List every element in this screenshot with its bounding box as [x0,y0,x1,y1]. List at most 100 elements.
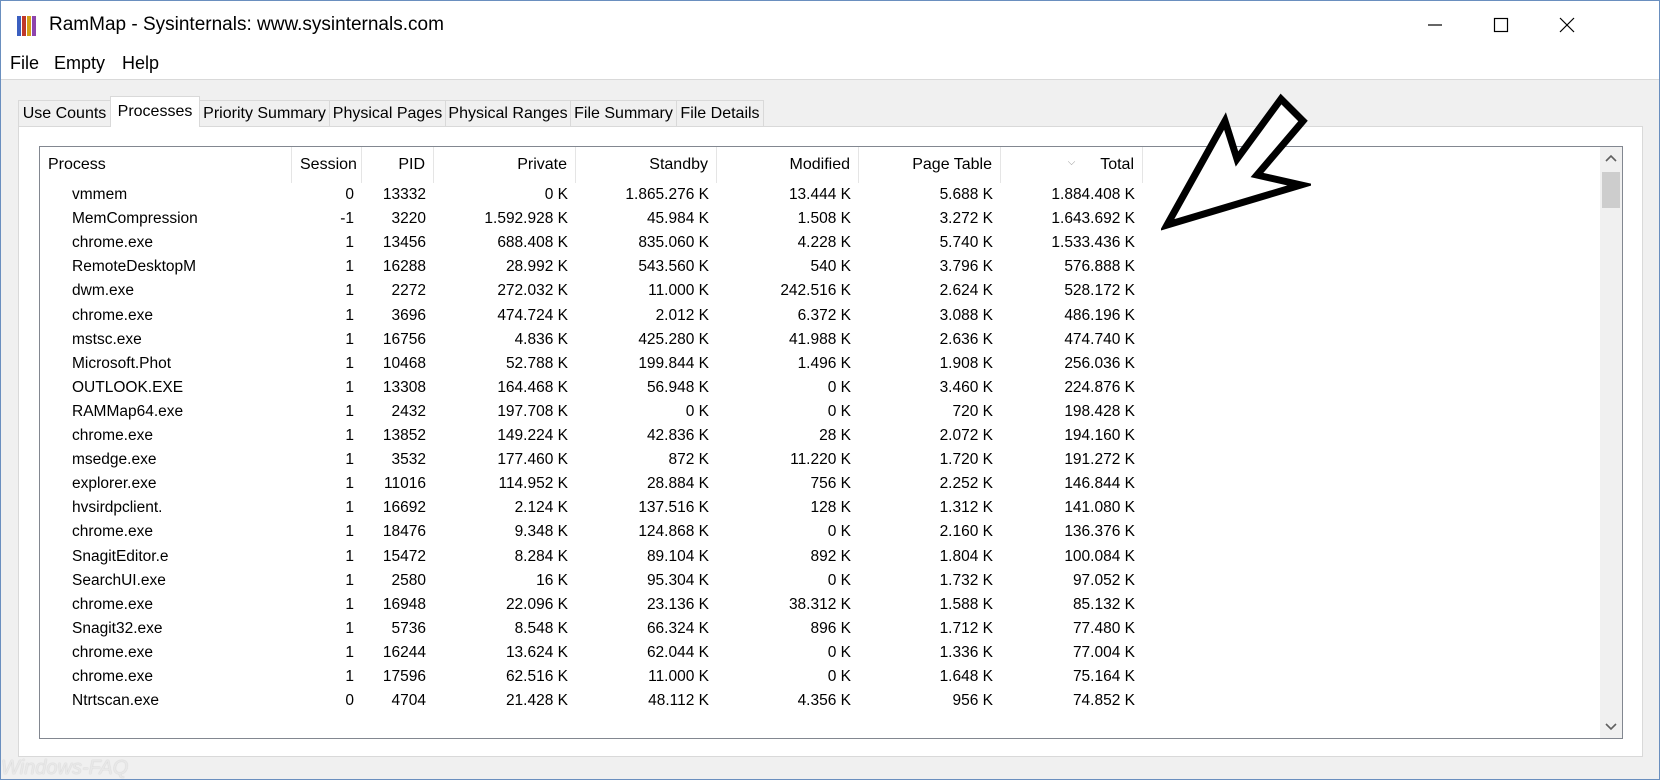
tab-processes[interactable]: Processes [110,96,200,127]
table-row[interactable]: chrome.exe 1 13852 149.224 K 42.836 K 28 K 2.0… [40,424,1600,448]
cell-page-table: 1.720 K [939,451,993,469]
table-row[interactable]: Ntrtscan.exe 0 4704 21.428 K 48.112 K 4.356 K… [40,689,1600,713]
cell-pid: 3532 [391,451,426,469]
cell-session: 1 [345,523,354,541]
table-row[interactable]: mstsc.exe 1 16756 4.836 K 425.280 K 41.988 K 2… [40,328,1600,352]
tab-physical-ranges[interactable]: Physical Ranges [445,100,571,126]
cell-standby: 48.112 K [648,692,709,710]
cell-private: 16 K [536,571,568,589]
cell-session: 1 [345,354,354,372]
vertical-scrollbar[interactable] [1600,147,1622,738]
table-row[interactable]: msedge.exe 1 3532 177.460 K 872 K 11.220 K 1.7… [40,448,1600,472]
table-row[interactable]: OUTLOOK.EXE 1 13308 164.468 K 56.948 K 0 K 3.4… [40,376,1600,400]
table-row[interactable]: explorer.exe 1 11016 114.952 K 28.884 K 756 K… [40,472,1600,496]
table-row[interactable]: chrome.exe 1 13456 688.408 K 835.060 K 4.228 … [40,231,1600,255]
table-row[interactable]: chrome.exe 1 17596 62.516 K 11.000 K 0 K 1.648… [40,665,1600,689]
cell-standby: 89.104 K [646,547,709,565]
cell-private: 0 K [544,186,568,203]
sort-descending-icon: ⌵ [1067,157,1076,168]
column-header-process[interactable]: Process [40,147,292,183]
cell-private: 688.408 K [497,234,568,252]
cell-process: chrome.exe [72,234,153,252]
cell-page-table: 5.740 K [939,234,993,252]
cell-session: 1 [345,378,354,396]
table-row[interactable]: chrome.exe 1 3696 474.724 K 2.012 K 6.372 K 3.… [40,304,1600,328]
column-header-page-table[interactable]: Page Table [859,147,1001,183]
scroll-thumb[interactable] [1602,172,1620,208]
maximize-button[interactable] [1467,1,1535,49]
table-row[interactable]: RAMMap64.exe 1 2432 197.708 K 0 K 0 K 720 K 198… [40,400,1600,424]
menu-empty[interactable]: Empty [54,53,105,74]
cell-session: -1 [340,210,354,228]
cell-standby: 0 K [685,402,709,420]
column-header-pid[interactable]: PID [362,147,434,183]
cell-standby: 45.984 K [646,210,709,228]
cell-page-table: 1.336 K [939,643,993,661]
cell-session: 1 [345,595,354,613]
cell-process: dwm.exe [72,282,135,300]
cell-process: MemCompression [72,210,198,228]
table-row[interactable]: chrome.exe 1 16244 13.624 K 62.044 K 0 K 1.336… [40,641,1600,665]
cell-session: 1 [345,619,354,637]
cell-session: 1 [345,330,354,348]
tab-use-counts[interactable]: Use Counts [18,100,111,126]
cell-total: 576.888 K [1064,258,1135,276]
cell-page-table: 1.648 K [939,668,993,685]
table-row[interactable]: MemCompression -1 3220 1.592.928 K 45.984 K 1… [40,207,1600,231]
cell-session: 1 [345,668,354,685]
column-header-private[interactable]: Private [434,147,576,183]
table-row[interactable]: RemoteDesktopM 1 16288 28.992 K 543.560 K 540… [40,255,1600,279]
tab-physical-pages[interactable]: Physical Pages [329,100,446,126]
chevron-up-icon [1605,154,1617,162]
table-row[interactable]: dwm.exe 1 2272 272.032 K 11.000 K 242.516 K 2.… [40,279,1600,303]
column-header-session[interactable]: Session [292,147,362,183]
scroll-up-button[interactable] [1600,147,1622,169]
cell-standby: 66.324 K [646,619,709,637]
cell-modified: 0 K [827,378,851,396]
table-row[interactable]: SnagitEditor.e 1 15472 8.284 K 89.104 K 892 K… [40,545,1600,569]
scroll-down-button[interactable] [1600,716,1622,738]
table-row[interactable]: chrome.exe 1 18476 9.348 K 124.868 K 0 K 2.160… [40,520,1600,544]
close-icon [1559,17,1575,33]
menu-file[interactable]: File [10,53,39,74]
close-button[interactable] [1533,1,1601,49]
table-row[interactable]: chrome.exe 1 16948 22.096 K 23.136 K 38.312 K… [40,593,1600,617]
tab-file-details[interactable]: File Details [676,100,764,126]
column-header-label: PID [398,156,425,173]
column-header-standby[interactable]: Standby [576,147,717,183]
minimize-icon [1428,24,1442,26]
cell-total: 194.160 K [1064,427,1135,444]
tab-priority-summary[interactable]: Priority Summary [199,100,330,126]
cell-private: 8.548 K [514,619,568,637]
cell-pid: 3220 [391,210,426,228]
cell-page-table: 1.732 K [939,571,993,589]
cell-standby: 42.836 K [646,427,709,444]
cell-modified: 892 K [810,547,851,565]
cell-process: mstsc.exe [72,330,142,348]
cell-private: 2.124 K [514,499,568,517]
cell-private: 197.708 K [497,402,568,420]
cell-standby: 56.948 K [646,378,709,396]
window-title: RamMap - Sysinternals: www.sysinternals.… [49,14,444,35]
title-bar[interactable]: RamMap - Sysinternals: www.sysinternals.… [1,1,1659,49]
table-row[interactable]: hvsirdpclient. 1 16692 2.124 K 137.516 K 128 … [40,496,1600,520]
table-row[interactable]: Microsoft.Phot 1 10468 52.788 K 199.844 K 1.4… [40,352,1600,376]
minimize-button[interactable] [1401,1,1469,49]
process-list[interactable]: Process Session PID Private Standby Modified P… [39,146,1623,739]
cell-modified: 41.988 K [788,330,851,348]
table-row[interactable]: vmmem 0 13332 0 K 1.865.276 K 13.444 K 5.688 K… [40,183,1600,207]
chevron-down-icon [1605,723,1617,731]
tab-file-summary[interactable]: File Summary [570,100,677,126]
menu-help[interactable]: Help [122,53,159,74]
rammap-app-icon [17,16,36,36]
cell-pid: 13308 [382,378,426,396]
cell-process: SnagitEditor.e [72,547,169,565]
cell-page-table: 720 K [952,402,993,420]
cell-private: 114.952 K [498,475,568,493]
column-header-total[interactable]: Total ⌵ [1001,147,1143,183]
column-header-modified[interactable]: Modified [717,147,859,183]
table-row[interactable]: SearchUI.exe 1 2580 16 K 95.304 K 0 K 1.732 K 9… [40,569,1600,593]
table-row[interactable]: Snagit32.exe 1 5736 8.548 K 66.324 K 896 K 1.7… [40,617,1600,641]
cell-pid: 15472 [382,547,426,565]
cell-pid: 11016 [384,475,426,493]
